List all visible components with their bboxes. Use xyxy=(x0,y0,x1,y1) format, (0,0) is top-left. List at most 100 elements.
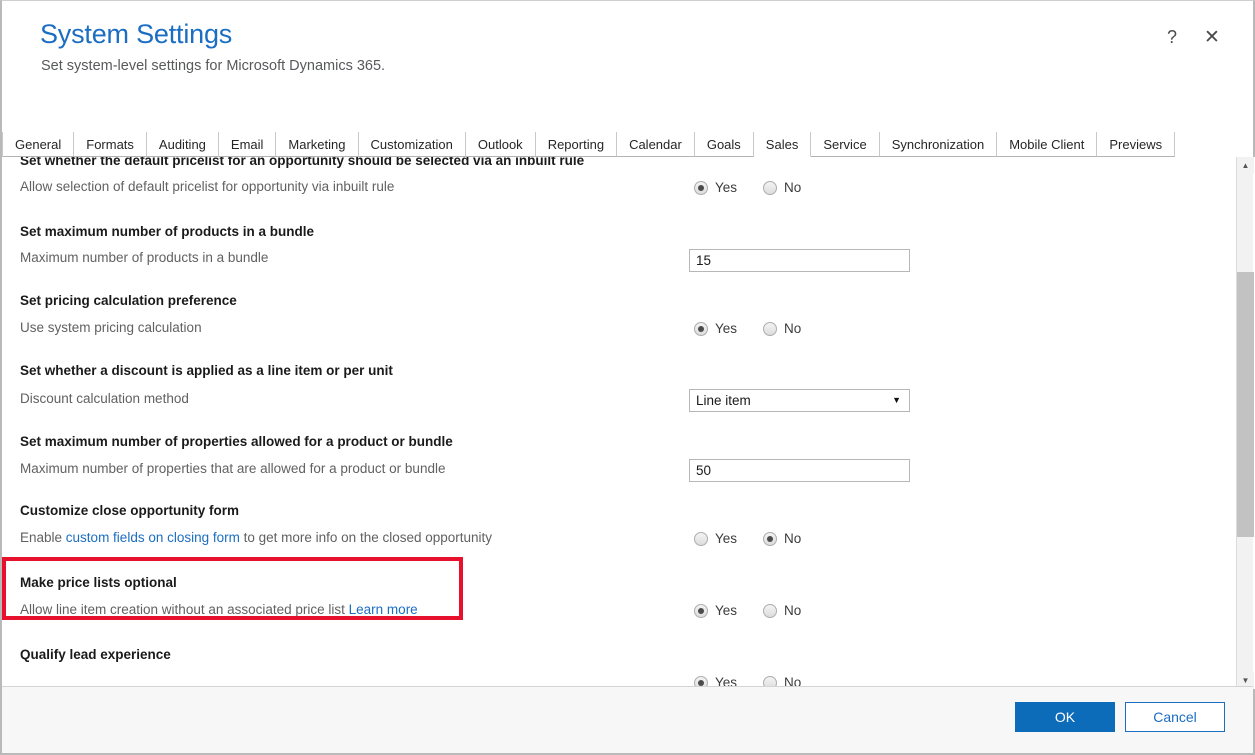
tab-general[interactable]: General xyxy=(2,132,75,157)
setting-text-input[interactable] xyxy=(689,249,910,272)
dialog-header: System Settings Set system-level setting… xyxy=(2,1,1253,132)
page-subtitle: Set system-level settings for Microsoft … xyxy=(41,58,386,74)
tab-previews[interactable]: Previews xyxy=(1097,132,1176,157)
close-icon[interactable]: ✕ xyxy=(1201,26,1223,48)
tab-label: Service xyxy=(823,136,867,152)
tab-label: Marketing xyxy=(288,136,346,152)
tab-marketing[interactable]: Marketing xyxy=(276,132,359,157)
setting-title: Set whether a discount is applied as a l… xyxy=(20,363,393,378)
tab-label: General xyxy=(15,136,62,152)
setting-radio-group: Yes No xyxy=(694,531,801,546)
radio-option-label: Yes xyxy=(715,603,738,618)
radio-option-label: Yes xyxy=(715,180,738,195)
radio-option-yes[interactable]: Yes xyxy=(694,180,737,195)
radio-option-no[interactable]: No xyxy=(763,180,801,195)
help-icon[interactable]: ? xyxy=(1161,26,1183,48)
radio-button-icon xyxy=(694,603,708,618)
radio-button-icon xyxy=(694,531,708,546)
tab-service[interactable]: Service xyxy=(811,132,880,157)
setting-description: Enable custom fields on closing form to … xyxy=(20,530,492,545)
tab-label: Formats xyxy=(86,136,134,152)
settings-content-scroll-area: Set whether the default pricelist for an… xyxy=(2,157,1255,689)
dialog-footer: OK Cancel xyxy=(2,686,1253,753)
radio-button-icon xyxy=(763,603,778,618)
setting-inline-link[interactable]: Learn more xyxy=(349,602,418,617)
setting-description: Use system pricing calculation xyxy=(20,320,202,335)
description-text-prefix: Enable xyxy=(20,530,66,545)
setting-radio-group: Yes No xyxy=(694,321,801,336)
radio-button-icon xyxy=(694,321,708,336)
setting-title: Qualify lead experience xyxy=(20,647,171,662)
setting-description: Discount calculation method xyxy=(20,391,189,406)
radio-option-yes[interactable]: Yes xyxy=(694,321,737,336)
radio-option-yes[interactable]: Yes xyxy=(694,531,737,546)
setting-description: Maximum number of properties that are al… xyxy=(20,461,446,476)
tab-label: Auditing xyxy=(158,136,206,152)
settings-tabstrip: General Formats Auditing Email Marketing Cust… xyxy=(2,132,1253,157)
tab-label: Sales xyxy=(765,136,799,152)
footer-buttons: OK Cancel xyxy=(1015,702,1225,732)
setting-title: Set maximum number of properties allowed… xyxy=(20,434,453,449)
tab-formats[interactable]: Formats xyxy=(74,132,147,157)
setting-title: Customize close opportunity form xyxy=(20,503,240,518)
setting-title: Set maximum number of products in a bund… xyxy=(20,224,315,239)
content-scrollbar[interactable]: ▲ ▼ xyxy=(1236,157,1254,689)
tab-label: Calendar xyxy=(629,136,682,152)
setting-description: Maximum number of products in a bundle xyxy=(20,250,269,265)
dropdown-button[interactable]: Line item ▼ xyxy=(689,389,910,412)
setting-radio-group: Yes No xyxy=(694,603,801,618)
tab-email[interactable]: Email xyxy=(218,132,277,157)
setting-radio-group: Yes No xyxy=(694,180,801,195)
radio-option-label: No xyxy=(784,531,802,546)
description-text-suffix: to get more info on the closed opportuni… xyxy=(239,530,493,545)
tab-label: Goals xyxy=(706,136,741,152)
scrollbar-thumb[interactable] xyxy=(1237,272,1254,537)
radio-option-label: No xyxy=(784,180,802,195)
header-actions: ? ✕ xyxy=(1161,26,1223,48)
radio-button-icon xyxy=(763,531,778,546)
tab-auditing[interactable]: Auditing xyxy=(146,132,219,157)
setting-description: Allow selection of default pricelist for… xyxy=(20,179,395,194)
setting-dropdown[interactable]: Line item ▼ xyxy=(689,389,910,412)
tab-label: Reporting xyxy=(547,136,605,152)
tab-reporting[interactable]: Reporting xyxy=(535,132,618,157)
radio-option-no[interactable]: No xyxy=(763,603,801,618)
system-settings-dialog: System Settings Set system-level setting… xyxy=(0,0,1255,755)
radio-button-icon xyxy=(763,321,778,336)
tab-label: Outlook xyxy=(477,136,523,152)
radio-option-label: No xyxy=(784,321,802,336)
scroll-up-arrow-icon[interactable]: ▲ xyxy=(1237,157,1254,174)
dropdown-selected-value: Line item xyxy=(696,393,751,408)
setting-description: Allow line item creation without an asso… xyxy=(20,602,418,617)
tab-mobile-client[interactable]: Mobile Client xyxy=(997,132,1098,157)
cancel-button[interactable]: Cancel xyxy=(1125,702,1225,732)
setting-title: Set whether the default pricelist for an… xyxy=(20,157,585,168)
description-text-prefix: Allow line item creation without an asso… xyxy=(20,602,349,617)
setting-title: Make price lists optional xyxy=(20,575,177,590)
tab-customization[interactable]: Customization xyxy=(358,132,466,157)
tab-synchronization[interactable]: Synchronization xyxy=(879,132,998,157)
ok-button[interactable]: OK xyxy=(1015,702,1115,732)
chevron-down-icon: ▼ xyxy=(892,395,901,405)
radio-button-icon xyxy=(694,180,708,195)
radio-option-label: No xyxy=(784,603,802,618)
tab-sales[interactable]: Sales xyxy=(753,132,812,157)
tab-goals[interactable]: Goals xyxy=(694,132,754,157)
tab-outlook[interactable]: Outlook xyxy=(465,132,536,157)
radio-option-label: Yes xyxy=(715,531,738,546)
radio-option-label: Yes xyxy=(715,321,738,336)
setting-inline-link[interactable]: custom fields on closing form xyxy=(66,530,240,545)
tab-label: Email xyxy=(230,136,264,152)
tab-label: Customization xyxy=(370,136,453,152)
tab-label: Mobile Client xyxy=(1009,136,1085,152)
tab-label: Synchronization xyxy=(891,136,985,152)
radio-option-no[interactable]: No xyxy=(763,531,801,546)
radio-option-no[interactable]: No xyxy=(763,321,801,336)
radio-option-yes[interactable]: Yes xyxy=(694,603,737,618)
tab-label: Previews xyxy=(1109,136,1163,152)
radio-button-icon xyxy=(763,180,778,195)
setting-title: Set pricing calculation preference xyxy=(20,293,237,308)
tab-calendar[interactable]: Calendar xyxy=(617,132,695,157)
page-title: System Settings xyxy=(40,19,233,49)
setting-text-input[interactable] xyxy=(689,459,910,482)
